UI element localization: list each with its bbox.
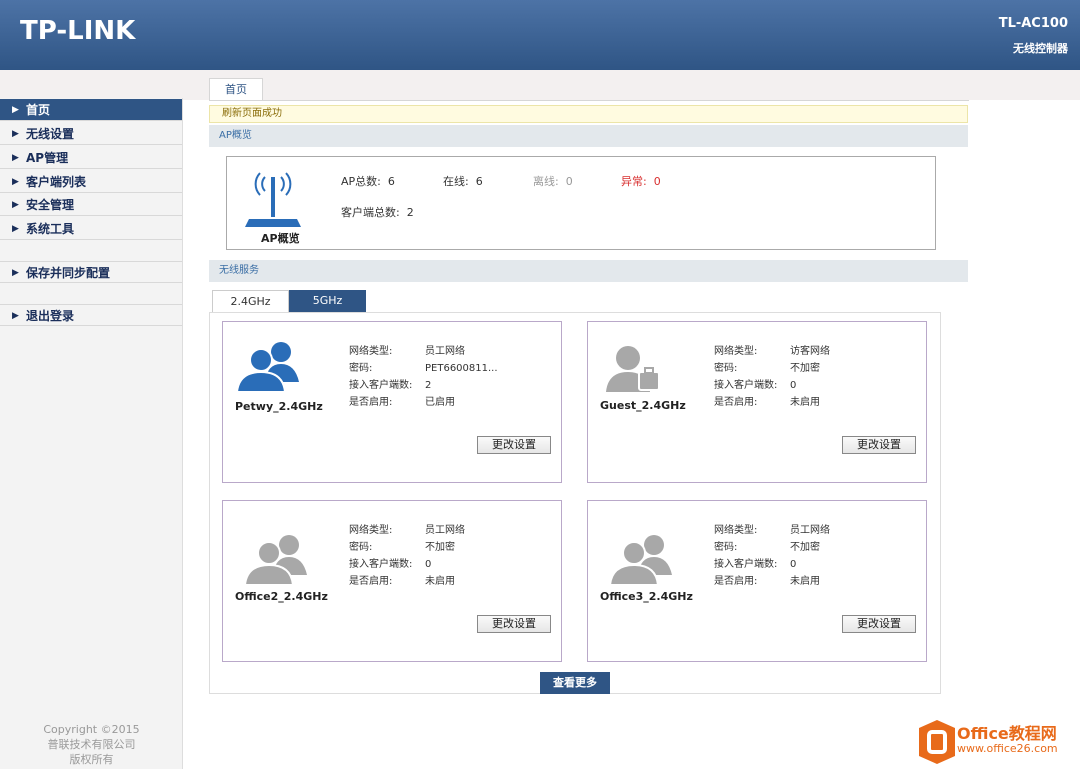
network-type: 网络类型: 员工网络	[349, 525, 465, 536]
triangle-right-icon: ▶	[12, 177, 19, 187]
watermark-title: Office教程网	[957, 724, 1057, 743]
network-password: 密码: 不加密	[714, 542, 820, 553]
sidebar-item-label: 安全管理	[26, 198, 75, 212]
sidebar-item-home[interactable]: ▶ 首页	[0, 99, 182, 121]
edit-settings-button[interactable]: 更改设置	[477, 615, 551, 633]
wireless-service-header: 无线服务	[209, 260, 968, 282]
header-bar: TP-LINK TL-AC100 无线控制器	[0, 0, 1080, 70]
sidebar-item-tools[interactable]: ▶ 系统工具	[0, 218, 182, 240]
tab-divider	[209, 100, 969, 101]
client-count: 接入客户端数: 2	[349, 380, 432, 391]
copyright: Copyright ©2015 普联技术有限公司 版权所有	[43, 723, 140, 766]
sidebar-item-label: 无线设置	[26, 127, 75, 141]
triangle-right-icon: ▶	[12, 311, 19, 321]
ssid-name: Office3_2.4GHz	[600, 590, 693, 603]
guest-user-icon	[606, 346, 660, 392]
tab-2-4ghz[interactable]: 2.4GHz	[212, 290, 289, 312]
sidebar-item-label: 首页	[26, 103, 51, 117]
enabled-status: 是否启用: 未启用	[349, 576, 455, 587]
device-model: TL-AC100	[998, 16, 1068, 31]
ap-abnormal: 异常: 0	[621, 175, 661, 188]
edit-settings-button[interactable]: 更改设置	[477, 436, 551, 454]
network-password: 密码: 不加密	[349, 542, 455, 553]
ap-overview-header: AP概览	[209, 125, 968, 147]
users-gray-icon	[243, 535, 307, 585]
sidebar-item-label: 保存并同步配置	[26, 266, 111, 280]
triangle-right-icon: ▶	[12, 268, 19, 278]
sidebar-item-clients[interactable]: ▶ 客户端列表	[0, 171, 182, 193]
ap-router-icon	[245, 172, 301, 227]
ap-online: 在线: 6	[443, 175, 483, 188]
enabled-status: 是否启用: 已启用	[349, 397, 455, 408]
users-blue-icon	[235, 342, 299, 392]
ssid-card-petwy: Petwy_2.4GHz 网络类型: 员工网络 密码: PET6600811... …	[222, 321, 562, 483]
network-type: 网络类型: 员工网络	[349, 346, 465, 357]
triangle-right-icon: ▶	[12, 153, 19, 163]
watermark: Office教程网 www.office26.com	[917, 716, 1080, 769]
client-count: 接入客户端数: 0	[714, 380, 797, 391]
sidebar: ▶ 首页 ▶ 无线设置 ▶ AP管理 ▶ 客户端列表 ▶ 安全管理 ▶ 系统工具…	[0, 98, 183, 769]
enabled-status: 是否启用: 未启用	[714, 576, 820, 587]
network-type: 网络类型: 访客网络	[714, 346, 830, 357]
sidebar-item-wireless[interactable]: ▶ 无线设置	[0, 123, 182, 145]
view-more-button[interactable]: 查看更多	[540, 672, 610, 694]
tp-link-logo: TP-LINK	[20, 16, 136, 46]
ap-overview-label: AP概览	[261, 232, 300, 245]
tab-5ghz[interactable]: 5GHz	[289, 290, 366, 312]
ap-offline: 离线: 0	[533, 175, 573, 188]
network-password: 密码: 不加密	[714, 363, 820, 374]
watermark-url: www.office26.com	[957, 742, 1058, 755]
header-strip	[0, 70, 1080, 100]
ap-overview-panel: AP概览 AP总数: 6 在线: 6 离线: 0 异常: 0 客户端总数: 2	[226, 156, 936, 250]
triangle-right-icon: ▶	[12, 105, 19, 115]
sidebar-item-security[interactable]: ▶ 安全管理	[0, 194, 182, 216]
network-password: 密码: PET6600811...	[349, 363, 498, 374]
ssid-card-guest: Guest_2.4GHz 网络类型: 访客网络 密码: 不加密 接入客户端数: 0 是…	[587, 321, 927, 483]
office-logo-icon	[919, 720, 955, 764]
ap-total: AP总数: 6	[341, 175, 395, 188]
client-count: 接入客户端数: 0	[349, 559, 432, 570]
users-gray-icon	[608, 535, 672, 585]
client-count: 接入客户端数: 0	[714, 559, 797, 570]
ap-client-total: 客户端总数: 2	[341, 206, 414, 219]
sidebar-item-ap[interactable]: ▶ AP管理	[0, 147, 182, 169]
sidebar-item-label: AP管理	[26, 151, 69, 165]
tab-home[interactable]: 首页	[209, 78, 263, 100]
device-subtitle: 无线控制器	[1013, 42, 1068, 55]
edit-settings-button[interactable]: 更改设置	[842, 436, 916, 454]
refresh-notice: 刷新页面成功	[209, 105, 968, 123]
ssid-name: Petwy_2.4GHz	[235, 400, 323, 413]
sidebar-item-label: 系统工具	[26, 222, 75, 236]
edit-settings-button[interactable]: 更改设置	[842, 615, 916, 633]
triangle-right-icon: ▶	[12, 224, 19, 234]
sidebar-item-label: 客户端列表	[26, 175, 87, 189]
enabled-status: 是否启用: 未启用	[714, 397, 820, 408]
triangle-right-icon: ▶	[12, 129, 19, 139]
sidebar-item-logout[interactable]: ▶ 退出登录	[0, 304, 182, 326]
sidebar-item-save-sync[interactable]: ▶ 保存并同步配置	[0, 261, 182, 283]
ssid-card-office2: Office2_2.4GHz 网络类型: 员工网络 密码: 不加密 接入客户端数: 0…	[222, 500, 562, 662]
triangle-right-icon: ▶	[12, 200, 19, 210]
network-type: 网络类型: 员工网络	[714, 525, 830, 536]
ssid-card-office3: Office3_2.4GHz 网络类型: 员工网络 密码: 不加密 接入客户端数: 0…	[587, 500, 927, 662]
ssid-name: Office2_2.4GHz	[235, 590, 328, 603]
ssid-name: Guest_2.4GHz	[600, 399, 686, 412]
sidebar-item-label: 退出登录	[26, 309, 75, 323]
